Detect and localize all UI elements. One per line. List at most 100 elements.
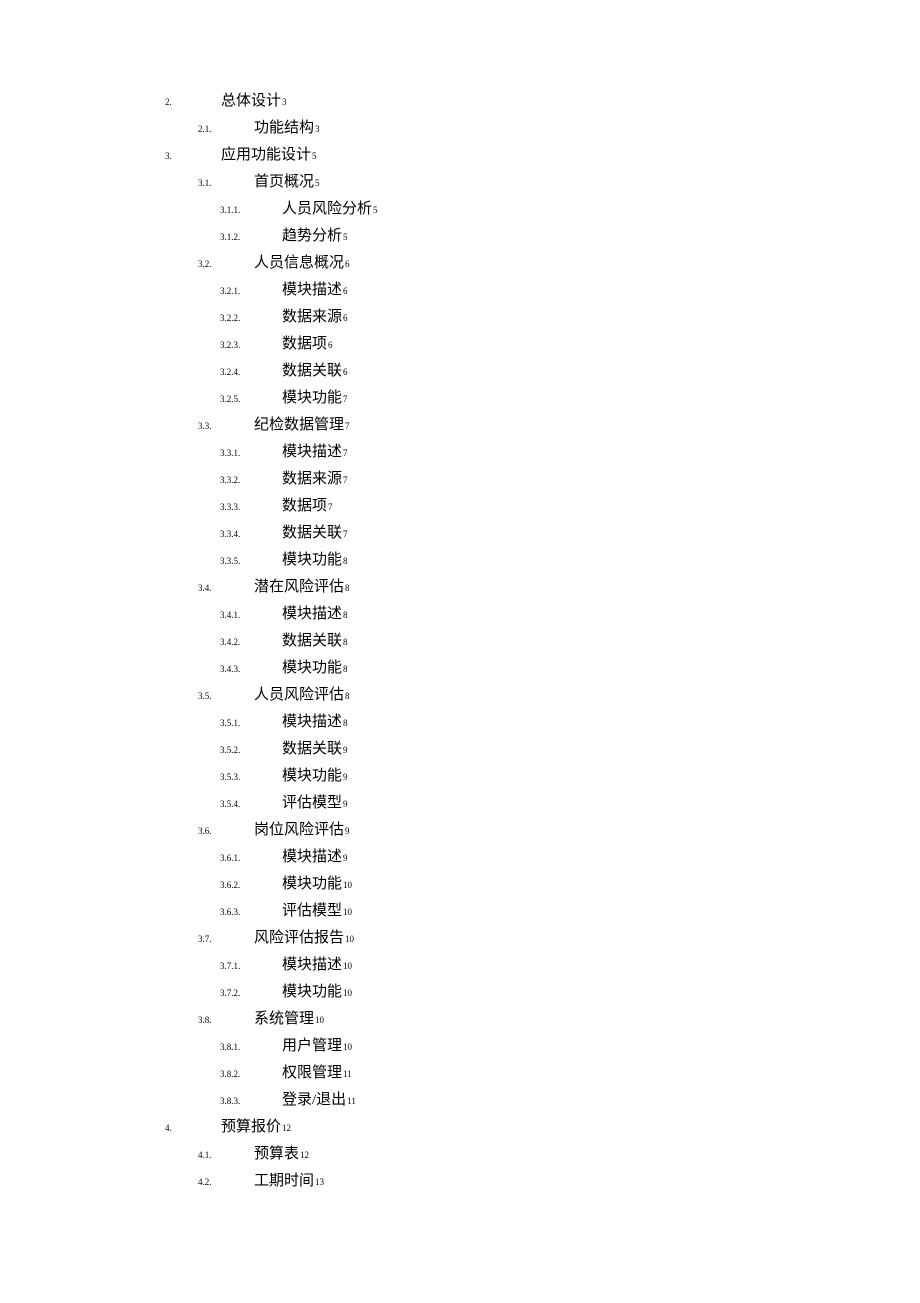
- toc-entry-number: 3.5.2.: [220, 737, 282, 764]
- toc-entry-title: 工期时间: [254, 1168, 314, 1195]
- toc-entry-number: 3.5.3.: [220, 764, 282, 791]
- toc-entry-number: 3.3.4.: [220, 521, 282, 548]
- toc-entry-page: 11: [347, 1088, 356, 1115]
- toc-entry-number: 3.4.1.: [220, 602, 282, 629]
- toc-entry-title: 模块描述: [282, 952, 342, 979]
- toc-entry: 3.应用功能设计5: [165, 142, 920, 169]
- toc-entry: 3.1.2.趋势分析5: [165, 223, 920, 250]
- toc-entry-number: 4.1.: [198, 1142, 254, 1169]
- toc-entry-number: 3.4.3.: [220, 656, 282, 683]
- toc-entry: 3.4.1.模块描述8: [165, 601, 920, 628]
- toc-entry-title: 模块描述: [282, 439, 342, 466]
- toc-entry-page: 6: [328, 332, 333, 359]
- toc-entry-page: 10: [343, 1034, 352, 1061]
- toc-entry-title: 预算表: [254, 1141, 299, 1168]
- toc-entry-number: 3.6.3.: [220, 899, 282, 926]
- toc-entry-number: 3.7.1.: [220, 953, 282, 980]
- toc-entry-page: 10: [315, 1007, 324, 1034]
- toc-entry-number: 3.: [165, 143, 221, 170]
- toc-entry: 3.2.4.数据关联6: [165, 358, 920, 385]
- toc-entry-page: 10: [343, 899, 352, 926]
- toc-entry-number: 3.7.: [198, 926, 254, 953]
- toc-entry-number: 4.: [165, 1115, 221, 1142]
- toc-entry-title: 数据来源: [282, 466, 342, 493]
- toc-entry: 3.5.4.评估模型9: [165, 790, 920, 817]
- toc-entry-page: 7: [345, 413, 350, 440]
- toc-entry-title: 数据关联: [282, 736, 342, 763]
- toc-entry-page: 8: [343, 602, 348, 629]
- toc-entry-title: 风险评估报告: [254, 925, 344, 952]
- toc-entry-title: 登录/退出: [282, 1087, 346, 1114]
- toc-entry: 3.2.1.模块描述6: [165, 277, 920, 304]
- toc-entry-title: 模块功能: [282, 763, 342, 790]
- toc-entry-number: 3.2.4.: [220, 359, 282, 386]
- toc-entry-title: 岗位风险评估: [254, 817, 344, 844]
- toc-entry-title: 模块描述: [282, 601, 342, 628]
- toc-entry: 3.3.2.数据来源7: [165, 466, 920, 493]
- toc-entry-page: 5: [312, 143, 317, 170]
- toc-entry-page: 6: [345, 251, 350, 278]
- table-of-contents: 2.总体设计32.1.功能结构33.应用功能设计53.1.首页概况53.1.1.…: [165, 88, 920, 1195]
- toc-entry-title: 模块功能: [282, 871, 342, 898]
- toc-entry: 3.7.1.模块描述10: [165, 952, 920, 979]
- toc-entry-title: 趋势分析: [282, 223, 342, 250]
- toc-entry-title: 用户管理: [282, 1033, 342, 1060]
- toc-entry-page: 9: [345, 818, 350, 845]
- toc-entry-page: 6: [343, 305, 348, 332]
- toc-entry-title: 人员信息概况: [254, 250, 344, 277]
- toc-entry-page: 8: [343, 656, 348, 683]
- toc-entry-title: 数据项: [282, 331, 327, 358]
- toc-entry-number: 3.3.: [198, 413, 254, 440]
- toc-entry-page: 9: [343, 791, 348, 818]
- toc-entry-page: 8: [343, 629, 348, 656]
- toc-entry-title: 评估模型: [282, 898, 342, 925]
- toc-entry-page: 7: [343, 386, 348, 413]
- toc-entry-title: 数据项: [282, 493, 327, 520]
- toc-entry: 3.2.5.模块功能7: [165, 385, 920, 412]
- toc-entry-page: 10: [343, 953, 352, 980]
- toc-entry-number: 2.: [165, 89, 221, 116]
- toc-entry: 3.4.潜在风险评估8: [165, 574, 920, 601]
- toc-entry-number: 3.2.5.: [220, 386, 282, 413]
- toc-entry-page: 9: [343, 764, 348, 791]
- toc-entry: 3.8.3.登录/退出11: [165, 1087, 920, 1114]
- toc-entry-title: 数据关联: [282, 520, 342, 547]
- toc-entry: 2.1.功能结构3: [165, 115, 920, 142]
- toc-entry-title: 预算报价: [221, 1114, 281, 1141]
- toc-entry: 3.6.2.模块功能10: [165, 871, 920, 898]
- toc-entry-number: 3.8.2.: [220, 1061, 282, 1088]
- toc-entry-title: 模块功能: [282, 655, 342, 682]
- toc-entry-page: 6: [343, 278, 348, 305]
- toc-entry-page: 10: [343, 872, 352, 899]
- toc-entry: 4.1.预算表12: [165, 1141, 920, 1168]
- toc-entry-number: 3.1.: [198, 170, 254, 197]
- toc-entry-title: 总体设计: [221, 88, 281, 115]
- toc-entry-page: 10: [345, 926, 354, 953]
- toc-entry: 4.2.工期时间13: [165, 1168, 920, 1195]
- toc-entry-number: 3.5.4.: [220, 791, 282, 818]
- toc-entry-page: 8: [345, 683, 350, 710]
- toc-entry-page: 9: [343, 845, 348, 872]
- toc-entry-number: 3.8.1.: [220, 1034, 282, 1061]
- toc-entry-number: 3.5.: [198, 683, 254, 710]
- toc-entry-title: 模块功能: [282, 979, 342, 1006]
- toc-entry: 3.3.纪检数据管理7: [165, 412, 920, 439]
- toc-entry: 3.8.系统管理10: [165, 1006, 920, 1033]
- toc-entry: 3.7.风险评估报告10: [165, 925, 920, 952]
- toc-entry-number: 3.8.3.: [220, 1088, 282, 1115]
- toc-entry-title: 功能结构: [254, 115, 314, 142]
- toc-entry: 3.5.3.模块功能9: [165, 763, 920, 790]
- toc-entry: 3.6.3.评估模型10: [165, 898, 920, 925]
- toc-entry-number: 3.6.2.: [220, 872, 282, 899]
- toc-entry: 3.3.4.数据关联7: [165, 520, 920, 547]
- toc-entry: 3.3.1.模块描述7: [165, 439, 920, 466]
- toc-entry-page: 10: [343, 980, 352, 1007]
- toc-entry: 3.1.1.人员风险分析5: [165, 196, 920, 223]
- toc-entry-title: 数据关联: [282, 628, 342, 655]
- toc-entry-title: 数据来源: [282, 304, 342, 331]
- toc-entry-title: 模块功能: [282, 547, 342, 574]
- toc-entry-page: 12: [300, 1142, 309, 1169]
- toc-entry-number: 3.5.1.: [220, 710, 282, 737]
- toc-entry: 3.7.2.模块功能10: [165, 979, 920, 1006]
- toc-entry-title: 潜在风险评估: [254, 574, 344, 601]
